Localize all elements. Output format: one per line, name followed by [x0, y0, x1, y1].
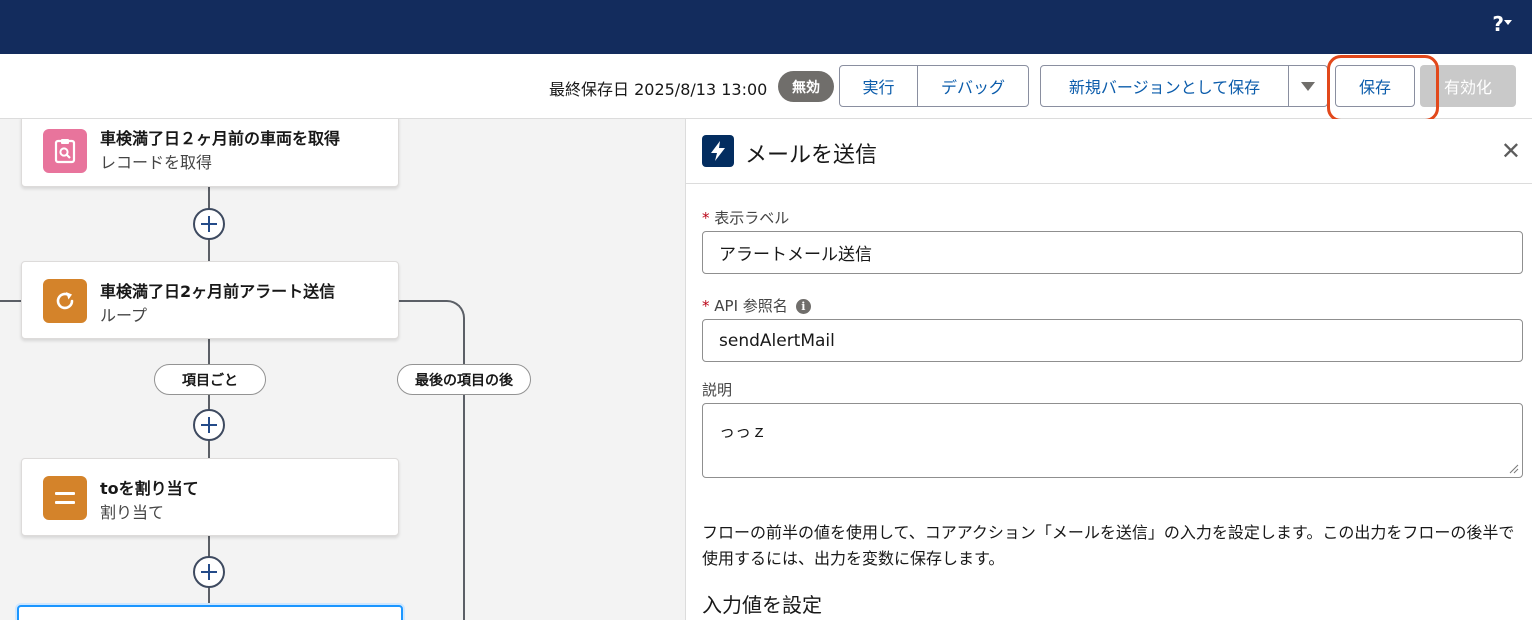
description-field-label: 説明 — [702, 381, 733, 399]
node-title: 車検満了日２ヶ月前の車両を取得 — [100, 129, 341, 148]
api-name-input-value: sendAlertMail — [719, 330, 835, 351]
node-icon-box — [43, 129, 87, 173]
node-subtitle: 割り当て — [100, 503, 165, 522]
node-subtitle: ループ — [100, 306, 148, 325]
global-header: ? — [0, 0, 1532, 54]
add-element-button[interactable] — [193, 556, 225, 588]
flow-node-assignment[interactable]: toを割り当て 割り当て — [21, 458, 399, 536]
node-title: 車検満了日2ヶ月前アラート送信 — [100, 282, 336, 301]
after-last-item-label: 最後の項目の後 — [397, 364, 531, 395]
label-input[interactable]: アラートメール送信 — [702, 231, 1523, 274]
activate-button[interactable]: 有効化 — [1420, 65, 1516, 107]
debug-button[interactable]: デバッグ — [917, 66, 1028, 106]
after-last-curve — [429, 300, 465, 336]
info-icon[interactable]: i — [795, 299, 811, 314]
node-title: toを割り当て — [100, 479, 199, 498]
assignment-icon — [55, 492, 75, 504]
help-text: フローの前半の値を使用して、コアアクション「メールを送信」の入力を設定します。こ… — [702, 523, 1515, 568]
save-as-group: 新規バージョンとして保存 — [1040, 65, 1328, 107]
flow-node-loop[interactable]: 車検満了日2ヶ月前アラート送信 ループ — [21, 261, 399, 339]
loop-back-line — [0, 300, 21, 302]
caret-down-icon — [1301, 81, 1315, 91]
save-button[interactable]: 保存 — [1335, 65, 1415, 107]
node-icon-box — [43, 279, 87, 323]
description-textarea[interactable]: っっｚ — [702, 403, 1523, 478]
add-element-button[interactable] — [193, 409, 225, 441]
chevron-down-icon[interactable] — [1504, 20, 1512, 25]
panel-title: メールを送信 — [745, 143, 878, 168]
last-saved-text: 最終保存日 2025/8/13 13:00 — [549, 80, 768, 99]
properties-panel: メールを送信 ✕ * 表示ラベル アラートメール送信 * API 参照名 i se… — [685, 119, 1532, 620]
api-name-input[interactable]: sendAlertMail — [702, 319, 1523, 362]
help-button[interactable]: ? — [1492, 12, 1504, 36]
status-badge: 無効 — [778, 71, 834, 102]
save-as-new-version-button[interactable]: 新規バージョンとして保存 — [1041, 66, 1288, 106]
resize-handle-icon[interactable] — [1509, 464, 1519, 474]
record-lookup-icon — [54, 139, 76, 164]
run-debug-group: 実行 デバッグ — [839, 65, 1029, 107]
required-marker: * — [702, 297, 715, 315]
builder-toolbar: 最終保存日 2025/8/13 13:00 無効 実行 デバッグ 新規バージョン… — [0, 54, 1532, 119]
flow-node-send-email-selected[interactable] — [17, 605, 403, 620]
api-name-label-text: API 参照名 — [714, 297, 788, 315]
save-options-button[interactable] — [1288, 66, 1327, 106]
close-icon[interactable]: ✕ — [1501, 139, 1521, 163]
label-field-label: * 表示ラベル — [702, 207, 789, 228]
add-element-button[interactable] — [193, 208, 225, 240]
panel-header: メールを送信 ✕ — [686, 119, 1532, 184]
lightning-icon — [702, 135, 734, 167]
label-field-label-text: 表示ラベル — [714, 209, 790, 227]
section-title: 入力値を設定 — [702, 593, 822, 617]
node-icon-box — [43, 476, 87, 520]
label-input-value: アラートメール送信 — [719, 245, 872, 265]
run-button[interactable]: 実行 — [840, 66, 917, 106]
loop-icon — [56, 292, 74, 310]
for-each-item-label: 項目ごと — [154, 364, 266, 395]
connector-line — [208, 587, 210, 607]
node-subtitle: レコードを取得 — [100, 153, 213, 172]
flow-node-get-records[interactable]: 車検満了日２ヶ月前の車両を取得 レコードを取得 — [21, 119, 399, 187]
description-value: っっｚ — [719, 422, 768, 441]
connector-line — [208, 237, 210, 263]
flow-canvas[interactable]: 車検満了日２ヶ月前の車両を取得 レコードを取得 車検満了日2ヶ月前アラート送信 … — [0, 119, 685, 620]
required-marker: * — [702, 209, 715, 227]
api-name-field-label: * API 参照名 i — [702, 295, 811, 316]
